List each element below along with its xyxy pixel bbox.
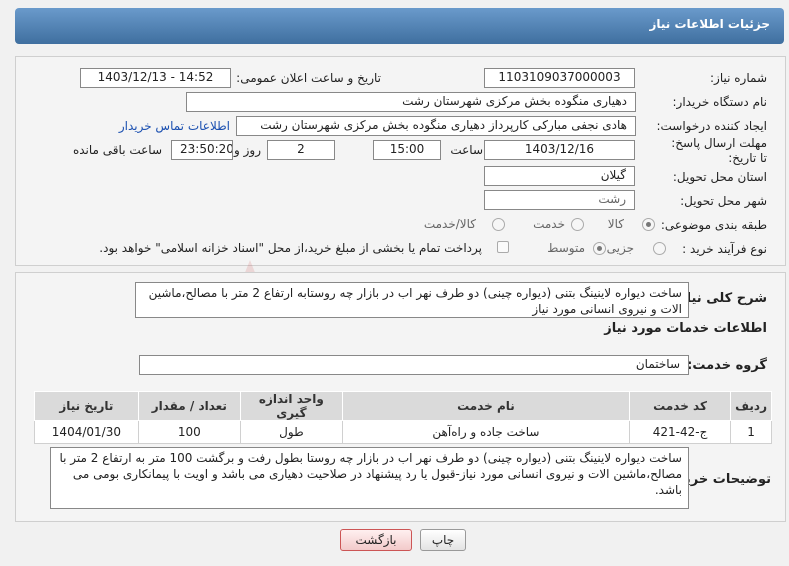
remaining-label: ساعت باقی مانده [72,143,162,157]
deadline-time-label: ساعت [450,143,483,157]
category-goods-service-radio[interactable] [492,218,505,231]
announce-datetime-field[interactable]: 1403/12/13 - 14:52 [80,68,231,88]
cell-quantity: 100 [137,420,241,444]
col-header-quantity: تعداد / مقدار [137,391,241,421]
province-label: استان محل تحویل: [672,170,767,184]
city-field[interactable]: رشت [484,190,635,210]
process-medium-label: متوسط [547,241,585,255]
process-minor-radio[interactable] [653,242,666,255]
process-medium-radio[interactable] [593,242,606,255]
category-goods-radio[interactable] [642,218,655,231]
days-label: روز و [234,143,261,157]
deadline-time-field[interactable]: 15:00 [373,140,441,160]
cell-service-name: ساخت جاده و راه‌آهن [341,420,630,444]
page-title: جزئیات اطلاعات نیاز [649,17,770,31]
creator-field[interactable]: هادی نجفی مبارکی کارپرداز دهیاری منگوده … [236,116,636,136]
buyer-org-label: نام دستگاه خریدار: [672,95,768,109]
buyer-org-field[interactable]: دهیاری منگوده بخش مرکزی شهرستان رشت [186,92,636,112]
category-service-label: خدمت [533,217,565,231]
page-header: جزئیات اطلاعات نیاز [15,8,784,44]
deadline-label: مهلت ارسال پاسخ: تا تاریخ: [671,136,767,165]
province-field[interactable]: گیلان [484,166,635,186]
remaining-days-field[interactable]: 2 [267,140,335,160]
back-button[interactable]: بازگشت [340,529,412,551]
services-table-header-row: ردیف کد خدمت نام خدمت واحد اندازه گیری ت… [34,391,772,421]
col-header-row-number: ردیف [730,391,772,421]
services-section-title: اطلاعات خدمات مورد نیاز [604,321,767,336]
deadline-date-field[interactable]: 1403/12/16 [484,140,635,160]
col-header-unit: واحد اندازه گیری [239,391,343,421]
announce-label: تاریخ و ساعت اعلان عمومی: [236,71,381,85]
buyer-notes-textarea[interactable]: ساخت دیواره لاینینگ بتنی (دیواره چینی) د… [50,447,689,509]
buyer-contact-link[interactable]: اطلاعات تماس خریدار [119,119,230,133]
category-label: طبقه بندی موضوعی: [660,218,767,232]
cell-service-code: ج-42-421 [628,420,732,444]
treasury-payment-note: پرداخت تمام یا بخشی از مبلغ خرید،از محل … [99,241,482,255]
print-button[interactable]: چاپ [420,529,466,551]
summary-textarea[interactable]: ساخت دیواره لاینینگ بتنی (دیواره چینی) د… [135,282,689,318]
remaining-time-field[interactable]: 23:50:20 [171,140,233,160]
col-header-service-name: نام خدمت [341,391,630,421]
cell-unit: طول [239,420,343,444]
service-group-field[interactable]: ساختمان [139,355,689,375]
cell-row-number: 1 [730,420,772,444]
service-group-label: گروه خدمت: [687,358,767,373]
cell-need-date: 1404/01/30 [34,420,139,444]
need-number-label: شماره نیاز: [710,71,767,85]
services-table: ردیف کد خدمت نام خدمت واحد اندازه گیری ت… [34,391,772,444]
col-header-need-date: تاریخ نیاز [34,391,139,421]
treasury-payment-checkbox[interactable] [497,241,509,253]
need-number-field[interactable]: 1103109037000003 [484,68,635,88]
process-type-label: نوع فرآیند خرید : [682,242,767,256]
col-header-service-code: کد خدمت [628,391,732,421]
category-goods-service-label: کالا/خدمت [423,217,476,231]
table-row[interactable]: 1 ج-42-421 ساخت جاده و راه‌آهن طول 100 1… [34,420,772,444]
city-label: شهر محل تحویل: [680,194,767,208]
category-service-radio[interactable] [571,218,584,231]
creator-label: ایجاد کننده درخواست: [656,119,767,133]
process-minor-label: جزیی [606,241,634,255]
category-goods-label: کالا [607,217,624,231]
